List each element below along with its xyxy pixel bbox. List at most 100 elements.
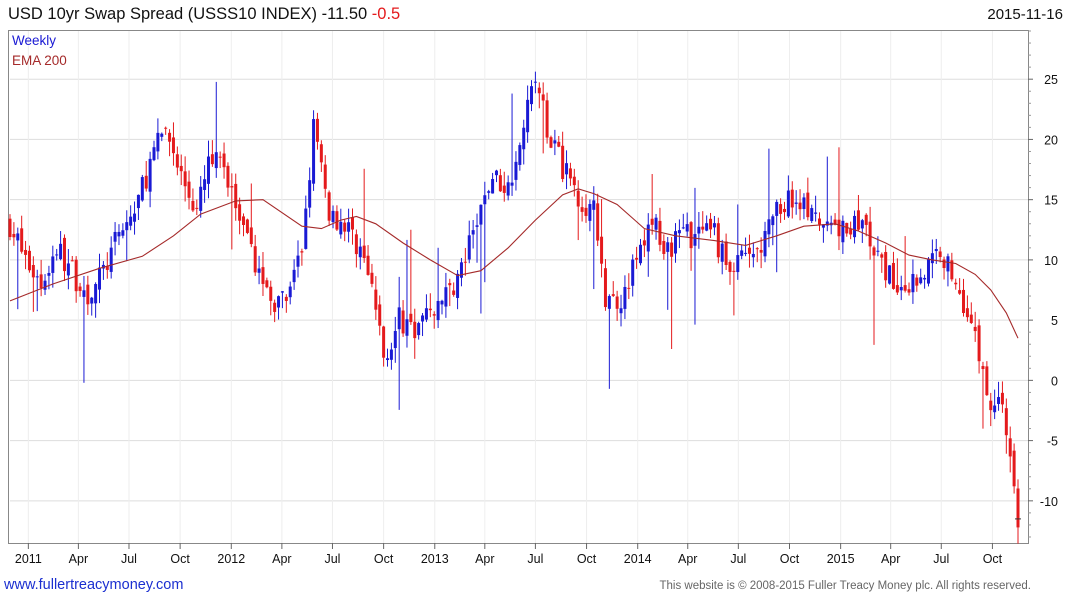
weekly-bar-body — [533, 81, 537, 83]
weekly-bar-body — [596, 203, 600, 241]
weekly-bar-body — [712, 223, 716, 228]
weekly-bar-body — [261, 267, 265, 284]
weekly-bar-body — [238, 204, 242, 221]
weekly-bar-body — [518, 145, 522, 165]
weekly-bar-body — [767, 219, 771, 235]
weekly-bar-body — [1000, 392, 1004, 405]
weekly-bar-body — [798, 202, 802, 210]
weekly-bar-body — [277, 296, 281, 308]
weekly-bar-body — [319, 144, 323, 163]
weekly-bar-body — [782, 208, 786, 213]
y-tick-label: 20 — [1044, 133, 1058, 147]
weekly-bar-body — [615, 296, 619, 309]
weekly-bar-body — [989, 400, 993, 411]
weekly-bar-body — [203, 179, 207, 190]
weekly-bar-body — [553, 140, 557, 144]
weekly-bar-body — [693, 234, 697, 246]
weekly-bar-body — [938, 251, 942, 257]
weekly-bar-body — [771, 216, 775, 226]
weekly-bar-body — [47, 272, 51, 276]
weekly-bar-body — [1008, 438, 1012, 457]
weekly-bar-body — [790, 189, 794, 208]
weekly-bar-body — [51, 256, 55, 273]
weekly-bar-body — [868, 221, 872, 247]
weekly-bar-body — [650, 218, 654, 225]
weekly-bar-body — [59, 243, 63, 260]
weekly-bar-body — [70, 260, 74, 262]
weekly-bar-body — [561, 145, 565, 179]
weekly-bar-body — [444, 287, 448, 307]
weekly-bar-body — [919, 277, 923, 284]
weekly-bar-body — [339, 221, 343, 235]
weekly-bar-body — [646, 224, 650, 252]
weekly-bar-body — [709, 218, 713, 230]
weekly-bar-body — [323, 164, 327, 189]
weekly-bar-body — [638, 244, 642, 264]
weekly-bar-body — [374, 289, 378, 310]
weekly-bar-body — [436, 300, 440, 321]
weekly-bar-body — [965, 308, 969, 318]
weekly-bar-body — [24, 249, 28, 255]
weekly-bar-body — [347, 222, 351, 232]
weekly-bar-body — [506, 182, 510, 196]
weekly-bar-body — [55, 254, 59, 256]
weekly-bar-body — [421, 315, 425, 322]
weekly-bar-body — [915, 277, 919, 286]
weekly-bar-body — [674, 231, 678, 254]
weekly-bar-body — [428, 308, 432, 311]
weekly-bar-body — [954, 282, 958, 285]
weekly-bar-body — [327, 192, 331, 221]
y-tick-label: -5 — [1047, 435, 1058, 449]
weekly-bar-body — [432, 314, 436, 316]
website-link[interactable]: www.fullertreacymoney.com — [4, 577, 183, 593]
weekly-bar-body — [572, 176, 576, 186]
weekly-bar-body — [926, 258, 930, 284]
weekly-bar-body — [479, 204, 483, 225]
weekly-bar-body — [603, 268, 607, 308]
weekly-bar-body — [66, 263, 70, 276]
weekly-bar-body — [378, 304, 382, 326]
weekly-bar-body — [724, 241, 728, 265]
weekly-bar-body — [90, 297, 94, 304]
weekly-bar-body — [230, 186, 234, 188]
weekly-bar-body — [109, 247, 113, 272]
weekly-bar-body — [502, 185, 506, 193]
weekly-bar-body — [732, 270, 736, 272]
weekly-bar-body — [234, 183, 238, 209]
weekly-bar-body — [210, 154, 214, 165]
weekly-bar-body — [993, 405, 997, 413]
weekly-bar-body — [156, 132, 160, 152]
weekly-bar-body — [312, 119, 316, 184]
weekly-bar-body — [494, 170, 498, 176]
weekly-bar-body — [257, 268, 261, 273]
weekly-bar-body — [942, 259, 946, 269]
weekly-bar-body — [895, 285, 899, 293]
x-axis: 2011 Apr Jul Oct 2012 Apr Jul Oct 2013 Apr Jul Oct 2… — [15, 543, 1003, 566]
weekly-bar-body — [133, 213, 137, 222]
weekly-bar-body — [98, 267, 102, 290]
weekly-bar-body — [685, 224, 689, 232]
weekly-bar-body — [273, 302, 277, 312]
weekly-bar-body — [627, 287, 631, 289]
weekly-bar-body — [969, 314, 973, 324]
x-tick-label: Jul — [324, 552, 340, 566]
weekly-bar-body — [600, 236, 604, 264]
weekly-bar-body — [452, 290, 456, 295]
weekly-bar-body — [592, 200, 596, 210]
weekly-bar-body — [588, 204, 592, 221]
x-tick-label: 2012 — [217, 552, 245, 566]
weekly-bar-body — [335, 211, 339, 230]
weekly-bar-body — [891, 262, 895, 289]
weekly-bar-body — [175, 154, 179, 168]
weekly-bar-body — [744, 252, 748, 254]
weekly-bar-body — [144, 175, 148, 189]
weekly-bar-body — [681, 227, 685, 229]
weekly-bar-body — [62, 237, 66, 272]
weekly-bar-body — [265, 280, 269, 288]
weekly-bar-body — [117, 231, 121, 237]
weekly-bar-body — [463, 261, 467, 263]
weekly-bar-body — [140, 177, 144, 201]
weekly-bar-body — [214, 152, 218, 169]
weekly-bar-body — [903, 285, 907, 291]
weekly-bar-body — [136, 194, 140, 209]
